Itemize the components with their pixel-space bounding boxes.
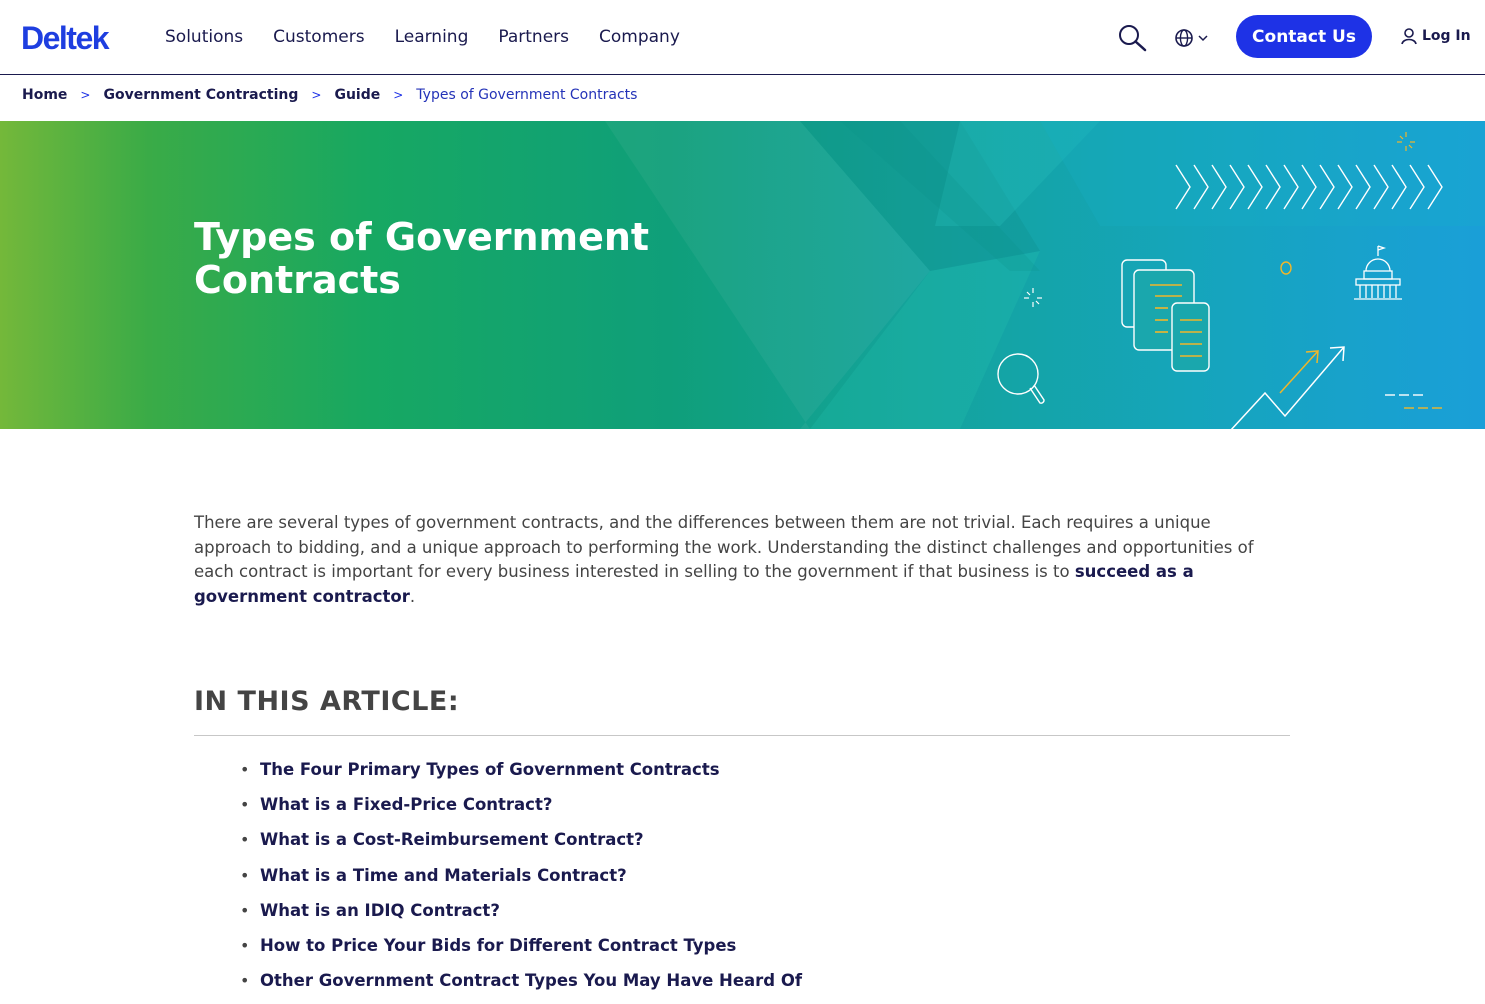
toc-item: • How to Price Your Bids for Different Co… [240,934,802,969]
breadcrumb: Home > Government Contracting > Guide > … [22,86,637,104]
chevron-down-icon [1198,35,1208,42]
toc-link-time-and-materials[interactable]: What is a Time and Materials Contract? [260,866,627,885]
site-header: Deltek Solutions Customers Learning Part… [0,0,1485,75]
toc-heading: IN THIS ARTICLE: [194,686,460,717]
toc-link-four-primary-types[interactable]: The Four Primary Types of Government Con… [260,760,720,779]
contact-us-button[interactable]: Contact Us [1236,15,1372,58]
bullet-icon: • [240,935,250,955]
page-title: Types of Government Contracts [194,215,650,302]
toc-link-cost-reimbursement[interactable]: What is a Cost-Reimbursement Contract? [260,830,644,849]
nav-item-company[interactable]: Company [599,26,680,48]
login-label: Log In [1422,28,1471,44]
search-icon[interactable] [1117,24,1149,52]
hero-banner: Types of Government Contracts [0,121,1485,429]
login-link[interactable]: Log In [1400,27,1471,45]
document-stack-icon [1121,259,1210,372]
nav-item-customers[interactable]: Customers [273,26,364,48]
dash-accent [1385,394,1442,409]
intro-paragraph: There are several types of government co… [194,511,1290,609]
bullet-icon: • [240,830,250,850]
toc-link-fixed-price[interactable]: What is a Fixed-Price Contract? [260,795,552,814]
toc-item: • What is a Cost-Reimbursement Contract? [240,828,802,863]
growth-arrow-icon [1230,346,1345,429]
bullet-icon: • [240,865,250,885]
capitol-building-icon [1354,245,1402,300]
user-icon [1401,28,1417,45]
breadcrumb-separator: > [311,88,322,102]
deltek-logo[interactable]: Deltek [21,20,110,56]
breadcrumb-separator: > [80,88,91,102]
breadcrumb-home[interactable]: Home [22,86,67,104]
breadcrumb-current: Types of Government Contracts [416,87,638,103]
toc-item: • What is a Time and Materials Contract? [240,864,802,899]
breadcrumb-guide[interactable]: Guide [334,86,380,104]
language-selector[interactable] [1174,28,1209,48]
intro-text-end: . [409,586,416,606]
toc-link-price-bids[interactable]: How to Price Your Bids for Different Con… [260,936,736,955]
breadcrumb-government-contracting[interactable]: Government Contracting [103,86,298,104]
nav-item-solutions[interactable]: Solutions [165,26,243,48]
bullet-icon: • [240,760,250,779]
magnifier-icon [997,353,1045,404]
toc-item: • Other Government Contract Types You May… [240,969,802,1004]
bullet-icon: • [240,900,250,920]
toc-link-other-types[interactable]: Other Government Contract Types You May … [260,971,802,990]
toc-item: • What is a Fixed-Price Contract? [240,793,802,828]
sparkle-icon [1024,288,1042,307]
bullet-icon: • [240,795,250,815]
globe-icon [1175,29,1193,47]
toc-list: • The Four Primary Types of Government Co… [240,758,802,1004]
breadcrumb-separator: > [393,88,404,102]
toc-link-idiq[interactable]: What is an IDIQ Contract? [260,901,500,920]
nav-item-partners[interactable]: Partners [498,26,569,48]
toc-item: • The Four Primary Types of Government Co… [240,758,802,793]
toc-divider [194,735,1290,736]
nav-item-learning[interactable]: Learning [395,26,469,48]
toc-item: • What is an IDIQ Contract? [240,899,802,934]
circle-accent [1280,261,1292,275]
main-nav: Solutions Customers Learning Partners Co… [165,26,710,48]
